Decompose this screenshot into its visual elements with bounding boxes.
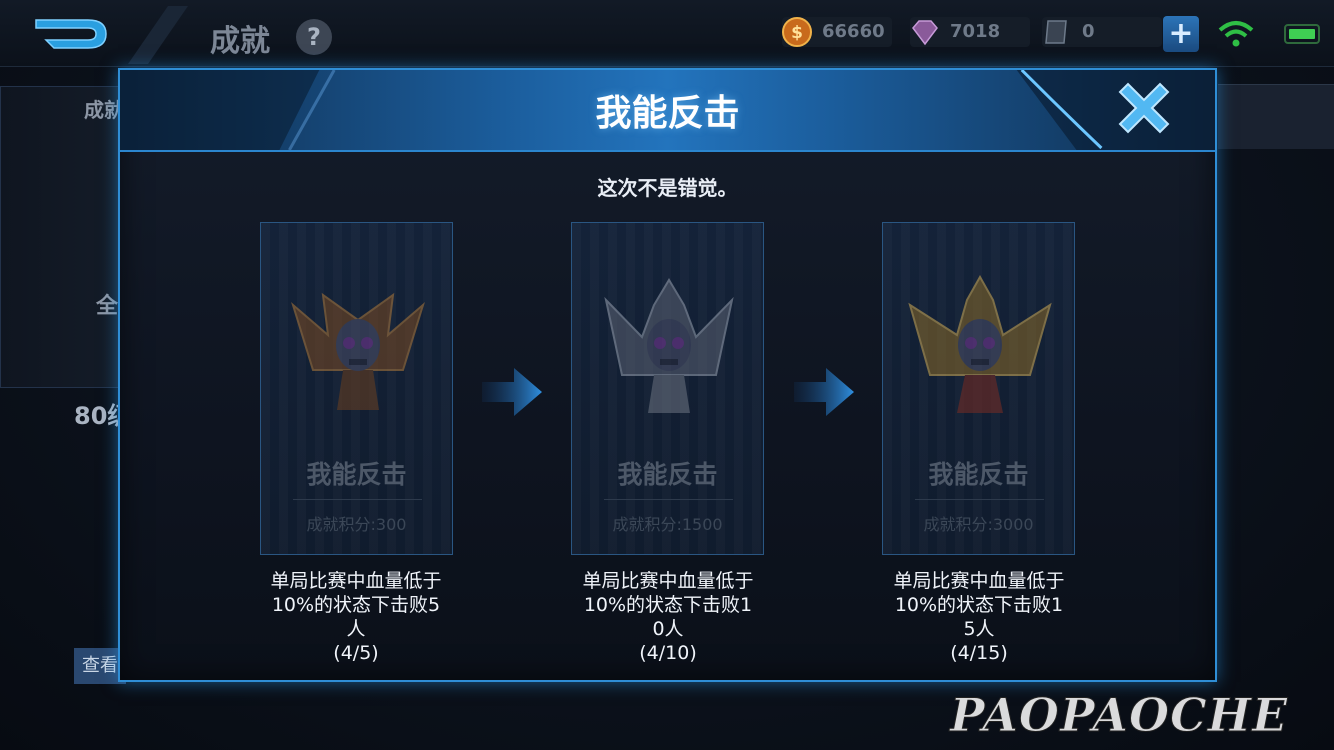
gold-value: 66660	[822, 21, 885, 42]
help-button[interactable]: ?	[296, 19, 332, 55]
description-line: 单局比赛中血量低于	[270, 570, 442, 592]
divider	[293, 499, 422, 500]
tier-name: 我能反击	[306, 460, 407, 489]
background-text: 全	[96, 294, 119, 319]
divider	[604, 499, 733, 500]
back-button[interactable]	[28, 14, 114, 54]
gold-trophy-icon	[908, 275, 1052, 413]
tier-description: 单局比赛中血量低于 10%的状态下击败5 人 (4/5)	[236, 569, 476, 665]
tier-points: 成就积分:1500	[612, 515, 723, 534]
description-line: 单局比赛中血量低于	[893, 570, 1065, 592]
right-arrow-icon	[794, 368, 854, 416]
svg-text:$: $	[791, 23, 803, 43]
description-line: 5人	[963, 618, 995, 640]
tier-description: 单局比赛中血量低于 10%的状态下击败1 5人 (4/15)	[859, 569, 1099, 665]
description-line: 10%的状态下击败1	[894, 594, 1064, 616]
description-line: 单局比赛中血量低于	[582, 570, 754, 592]
diamond-icon	[912, 20, 938, 46]
wifi-icon	[1218, 21, 1254, 47]
ticket-counter: 0	[1042, 17, 1162, 47]
silver-trophy-icon	[604, 278, 734, 413]
close-icon[interactable]	[1112, 76, 1176, 140]
tier-card-gold: 我能反击 成就积分:3000	[882, 222, 1075, 555]
back-arrow-icon	[35, 19, 107, 49]
description-line: 人	[346, 618, 366, 640]
bronze-trophy-icon	[291, 292, 425, 410]
watermark: PAOPAOCHE	[949, 688, 1289, 743]
right-arrow-icon	[482, 368, 542, 416]
modal-title: 我能反击	[595, 93, 740, 134]
divider	[915, 499, 1044, 500]
tier-description: 单局比赛中血量低于 10%的状态下击败1 0人 (4/10)	[548, 569, 788, 665]
ticket-icon	[1045, 20, 1067, 44]
add-currency-button[interactable]: +	[1163, 16, 1199, 52]
diamond-value: 7018	[950, 21, 1001, 42]
tier-card-bronze: 我能反击 成就积分:300	[260, 222, 453, 555]
description-line: 10%的状态下击败5	[271, 594, 441, 616]
tier-progress: (4/10)	[639, 642, 697, 664]
top-bar: 成就 ? $ 66660 7018 0 +	[0, 0, 1334, 67]
description-line: 0人	[652, 618, 684, 640]
gold-coin-icon: $	[782, 17, 812, 47]
background-panel	[1218, 84, 1334, 149]
modal-header: 我能反击	[120, 70, 1215, 152]
background-panel	[0, 86, 120, 388]
ticket-value: 0	[1082, 21, 1095, 42]
tier-card-silver: 我能反击 成就积分:1500	[571, 222, 764, 555]
gold-counter: $ 66660	[782, 17, 892, 47]
battery-icon	[1284, 24, 1320, 44]
diamond-counter: 7018	[910, 17, 1030, 47]
achievement-subtitle: 这次不是错觉。	[597, 176, 738, 200]
tier-points: 成就积分:3000	[923, 515, 1034, 534]
tier-name: 我能反击	[617, 460, 718, 489]
tier-progress: (4/15)	[950, 642, 1008, 664]
page-title: 成就	[210, 24, 270, 59]
divider-slash-icon	[128, 6, 188, 64]
tier-progress: (4/5)	[333, 642, 379, 664]
description-line: 10%的状态下击败1	[583, 594, 753, 616]
tier-points: 成就积分:300	[306, 515, 407, 534]
tier-name: 我能反击	[928, 460, 1029, 489]
achievement-modal: 我能反击 这次不是错觉。 我能反击 成就积分:300 单局比赛中血量低于 10%…	[118, 68, 1217, 682]
